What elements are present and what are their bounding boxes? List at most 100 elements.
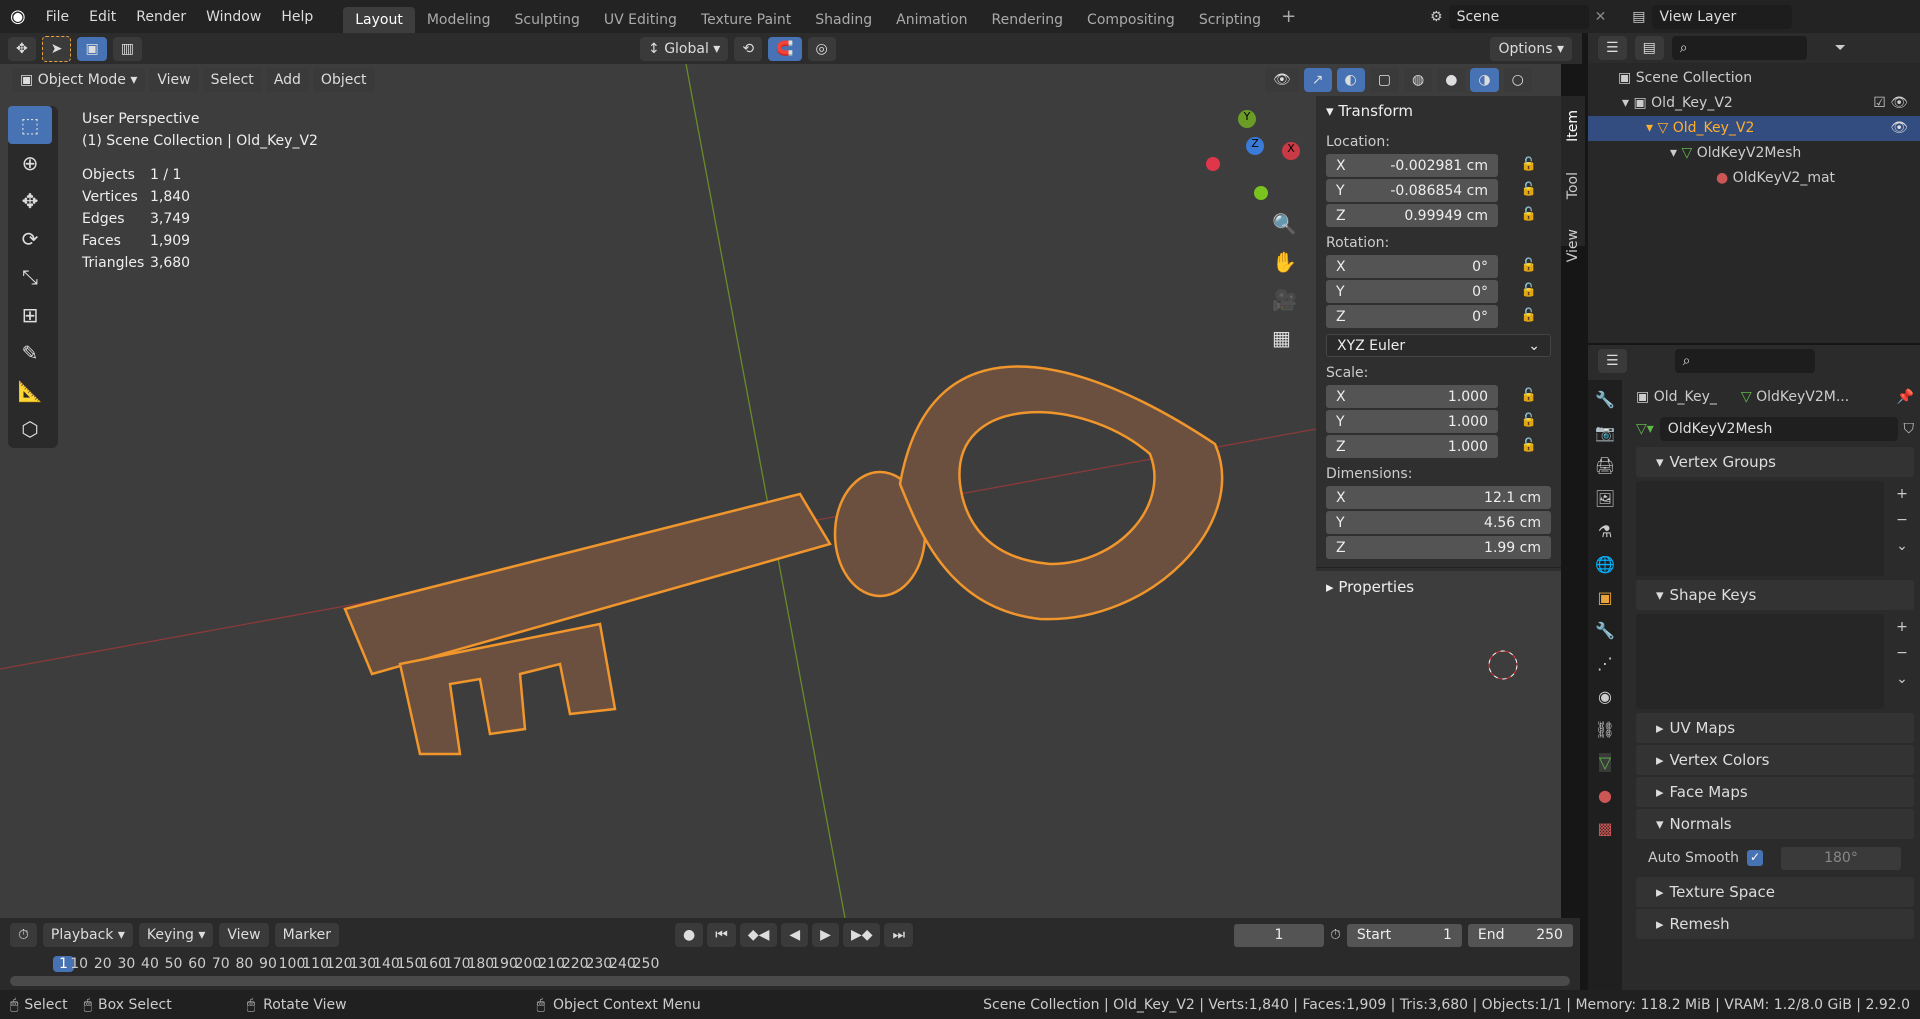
lock-icon[interactable]: 🔓 (1521, 413, 1537, 428)
tab-item[interactable]: Item (1565, 110, 1581, 142)
constraints-tab-icon[interactable]: ⛓ (1595, 720, 1615, 739)
location-x-field[interactable]: X -0.002981 cm (1326, 154, 1498, 177)
tab-view[interactable]: View (1565, 229, 1581, 262)
lock-icon[interactable]: 🔓 (1521, 283, 1537, 298)
gizmo-neg-x[interactable] (1206, 157, 1220, 171)
workspace-tab-animation[interactable]: Animation (884, 7, 979, 33)
orientation-dropdown[interactable]: ↕ Global ▾ (640, 36, 729, 61)
editor-type-icon[interactable]: ✥ (8, 36, 36, 61)
menu-marker[interactable]: Marker (274, 923, 340, 947)
view-layer-icon[interactable]: ▤ (1632, 9, 1645, 25)
lock-icon[interactable]: 🔓 (1521, 258, 1537, 273)
modifier-tab-icon[interactable]: 🔧 (1595, 621, 1615, 640)
lock-icon[interactable]: 🔓 (1521, 388, 1537, 403)
material-tab-icon[interactable]: ● (1598, 786, 1612, 805)
play-icon[interactable]: ▶ (812, 923, 839, 947)
gizmo-z[interactable]: Z (1246, 137, 1264, 155)
gizmo-toggle-icon[interactable]: ↗ (1303, 68, 1332, 92)
add-cube-tool-icon[interactable]: ⬡ (8, 410, 52, 448)
timeline-editor-icon[interactable]: ⏱ (10, 923, 37, 947)
particles-tab-icon[interactable]: ⋰ (1597, 654, 1613, 673)
outliner-material[interactable]: ● OldKeyV2_mat (1588, 166, 1920, 191)
options-button[interactable]: Options ▾ (1490, 36, 1572, 61)
overlay-toggle-icon[interactable]: ◐ (1336, 68, 1365, 92)
timeline-scrollbar[interactable] (10, 976, 1570, 986)
fake-user-shield-icon[interactable]: ⛉ (1904, 421, 1915, 437)
transform-tool-icon[interactable]: ⊞ (8, 296, 52, 334)
outliner-collection[interactable]: ▾ ▣ Old_Key_V2 ☑ 👁 (1588, 91, 1920, 116)
camera-icon[interactable]: 🎥 (1272, 288, 1297, 312)
section-normals[interactable]: ▾ Normals (1636, 809, 1914, 839)
tool-tab-icon[interactable]: 🔧 (1595, 390, 1615, 409)
stopwatch-icon[interactable]: ⏱ (1330, 927, 1341, 943)
view-layer-tab-icon[interactable]: 🖼 (1595, 489, 1615, 508)
shape-key-add-remove[interactable]: + − ⌄ (1890, 614, 1914, 709)
workspace-tab-scripting[interactable]: Scripting (1187, 7, 1273, 33)
section-texture-space[interactable]: ▸ Texture Space (1636, 877, 1914, 907)
lock-icon[interactable]: 🔓 (1521, 182, 1537, 197)
properties-search-icon[interactable]: ⌕ (1674, 349, 1815, 373)
end-frame-field[interactable]: End 250 (1467, 923, 1573, 947)
next-keyframe-icon[interactable]: ▶◆ (842, 923, 881, 947)
menu-render[interactable]: Render (126, 9, 196, 25)
frame-ruler[interactable]: 1 10 20 30 40 50 60 70 80 90 100 110 120 130 140 150 160… (0, 952, 1580, 976)
mesh-name-field[interactable]: OldKeyV2Mesh (1659, 417, 1898, 441)
dimensions-y-field[interactable]: Y 4.56 cm (1326, 511, 1551, 534)
transform-header[interactable]: ▾ Transform (1316, 96, 1561, 126)
select-mode-extend-icon[interactable]: ▥ (112, 36, 142, 61)
dimensions-x-field[interactable]: X 12.1 cm (1326, 486, 1551, 509)
outliner-editor-icon[interactable]: ☰ (1598, 36, 1627, 60)
outliner-scene-collection[interactable]: ▣ Scene Collection (1588, 66, 1920, 91)
object-tab-icon[interactable]: ▣ (1597, 588, 1612, 607)
rotate-tool-icon[interactable]: ⟳ (8, 220, 52, 258)
section-remesh[interactable]: ▸ Remesh (1636, 909, 1914, 939)
object-eye-icon[interactable]: 👁 (1890, 116, 1908, 141)
gizmo-x[interactable]: X (1282, 142, 1300, 160)
rendered-shading-icon[interactable]: ○ (1503, 68, 1532, 92)
select-tool-icon[interactable]: ➤ (41, 35, 72, 62)
solid-shading-icon[interactable]: ● (1437, 68, 1466, 92)
workspace-tab-layout[interactable]: Layout (343, 7, 415, 33)
dimensions-z-field[interactable]: Z 1.99 cm (1326, 536, 1551, 559)
menu-keying[interactable]: Keying ▾ (138, 923, 214, 947)
move-tool-icon[interactable]: ✥ (8, 182, 52, 220)
gizmo-y[interactable]: Y (1238, 110, 1256, 128)
play-reverse-icon[interactable]: ◀ (781, 923, 809, 947)
outliner-mesh[interactable]: ▾ ▽ OldKeyV2Mesh (1588, 141, 1920, 166)
cursor-tool-icon[interactable]: ⊕ (8, 144, 52, 182)
viewport-menu-view[interactable]: View (149, 68, 199, 92)
section-vertex-colors[interactable]: ▸ Vertex Colors (1636, 745, 1914, 775)
lock-icon[interactable]: 🔓 (1521, 157, 1537, 172)
grid-ortho-icon[interactable]: ▦ (1272, 326, 1297, 350)
snap-icon[interactable]: 🧲 (768, 36, 802, 61)
auto-smooth-checkbox[interactable]: ✓ (1746, 850, 1763, 866)
location-y-field[interactable]: Y -0.086854 cm (1326, 179, 1498, 202)
scene-icon[interactable]: ⚙ (1430, 9, 1443, 25)
data-tab-icon[interactable]: ▽ (1598, 753, 1612, 772)
properties-header[interactable]: ▸ Properties (1316, 567, 1561, 606)
lock-icon[interactable]: 🔓 (1521, 438, 1537, 453)
outliner-object[interactable]: ▾ ▽ Old_Key_V2 👁 (1588, 116, 1920, 141)
vertex-group-add-remove[interactable]: + − ⌄ (1890, 481, 1914, 576)
jump-start-icon[interactable]: ⏮ (707, 923, 736, 947)
workspace-tab-rendering[interactable]: Rendering (980, 7, 1076, 33)
viewport-menu-add[interactable]: Add (265, 68, 309, 92)
rotation-x-field[interactable]: X 0° (1326, 255, 1498, 278)
section-vertex-groups[interactable]: ▾ Vertex Groups (1636, 447, 1914, 477)
annotate-tool-icon[interactable]: ✎ (8, 334, 52, 372)
measure-tool-icon[interactable]: 📐 (8, 372, 52, 410)
workspace-tab-texture-paint[interactable]: Texture Paint (689, 7, 803, 33)
rotation-z-field[interactable]: Z 0° (1326, 305, 1498, 328)
xray-icon[interactable]: ▢ (1369, 68, 1399, 92)
pivot-icon[interactable]: ⟲ (734, 36, 763, 61)
workspace-tab-uv-editing[interactable]: UV Editing (592, 7, 689, 33)
workspace-tab-sculpting[interactable]: Sculpting (503, 7, 592, 33)
blender-logo-icon[interactable]: ◉ (0, 6, 36, 27)
shape-keys-list[interactable] (1636, 614, 1884, 709)
section-shape-keys[interactable]: ▾ Shape Keys (1636, 580, 1914, 610)
workspace-tab-modeling[interactable]: Modeling (415, 7, 503, 33)
select-mode-new-icon[interactable]: ▣ (77, 36, 107, 61)
rotation-mode-dropdown[interactable]: XYZ Euler ⌄ (1326, 334, 1551, 357)
mode-dropdown[interactable]: ▣ Object Mode ▾ (12, 68, 146, 92)
scale-y-field[interactable]: Y 1.000 (1326, 410, 1498, 433)
